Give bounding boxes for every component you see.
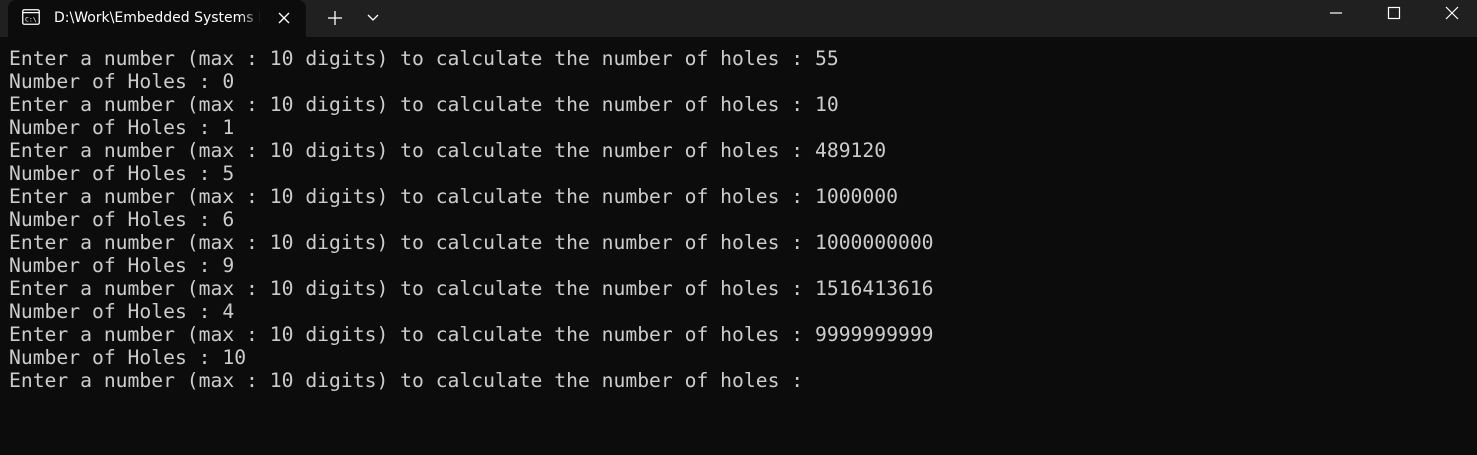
console-line-current-prompt: Enter a number (max : 10 digits) to calc… xyxy=(9,369,815,392)
console-line-result: Number of Holes : 10 xyxy=(9,346,247,369)
console-line-result: Number of Holes : 4 xyxy=(9,300,235,323)
tab-dropdown-button[interactable] xyxy=(358,5,388,31)
tab-title: D:\Work\Embedded Systems I xyxy=(54,10,260,26)
console-line-result: Number of Holes : 0 xyxy=(9,70,235,93)
console-line-prompt: Enter a number (max : 10 digits) to calc… xyxy=(9,93,839,116)
terminal-tab[interactable]: C:\ D:\Work\Embedded Systems I xyxy=(8,0,306,37)
terminal-window: C:\ D:\Work\Embedded Systems I Enter a n… xyxy=(0,0,1477,455)
console-output[interactable]: Enter a number (max : 10 digits) to calc… xyxy=(0,37,1477,455)
console-lines: Enter a number (max : 10 digits) to calc… xyxy=(9,47,1469,392)
console-line-prompt: Enter a number (max : 10 digits) to calc… xyxy=(9,323,934,346)
console-line-result: Number of Holes : 5 xyxy=(9,162,235,185)
title-bar[interactable]: C:\ D:\Work\Embedded Systems I xyxy=(0,0,1477,37)
maximize-button[interactable] xyxy=(1364,0,1422,28)
minimize-button[interactable] xyxy=(1306,0,1364,28)
close-icon xyxy=(1445,6,1459,20)
console-line-result: Number of Holes : 6 xyxy=(9,208,235,231)
tab-close-button[interactable] xyxy=(274,8,294,28)
maximize-icon xyxy=(1387,6,1401,20)
console-line-prompt: Enter a number (max : 10 digits) to calc… xyxy=(9,47,839,70)
terminal-app-icon: C:\ xyxy=(22,9,40,25)
chevron-down-icon xyxy=(367,14,379,21)
console-line-result: Number of Holes : 9 xyxy=(9,254,235,277)
console-line-prompt: Enter a number (max : 10 digits) to calc… xyxy=(9,139,887,162)
minimize-icon xyxy=(1330,12,1342,14)
svg-text:C:\: C:\ xyxy=(25,16,37,24)
console-line-prompt: Enter a number (max : 10 digits) to calc… xyxy=(9,231,934,254)
close-window-button[interactable] xyxy=(1422,0,1477,28)
console-line-prompt: Enter a number (max : 10 digits) to calc… xyxy=(9,277,934,300)
console-line-result: Number of Holes : 1 xyxy=(9,116,235,139)
plus-icon xyxy=(328,11,342,25)
tab-title-fade xyxy=(240,6,262,30)
close-icon xyxy=(278,12,290,24)
new-tab-button[interactable] xyxy=(320,5,350,31)
console-line-prompt: Enter a number (max : 10 digits) to calc… xyxy=(9,185,898,208)
